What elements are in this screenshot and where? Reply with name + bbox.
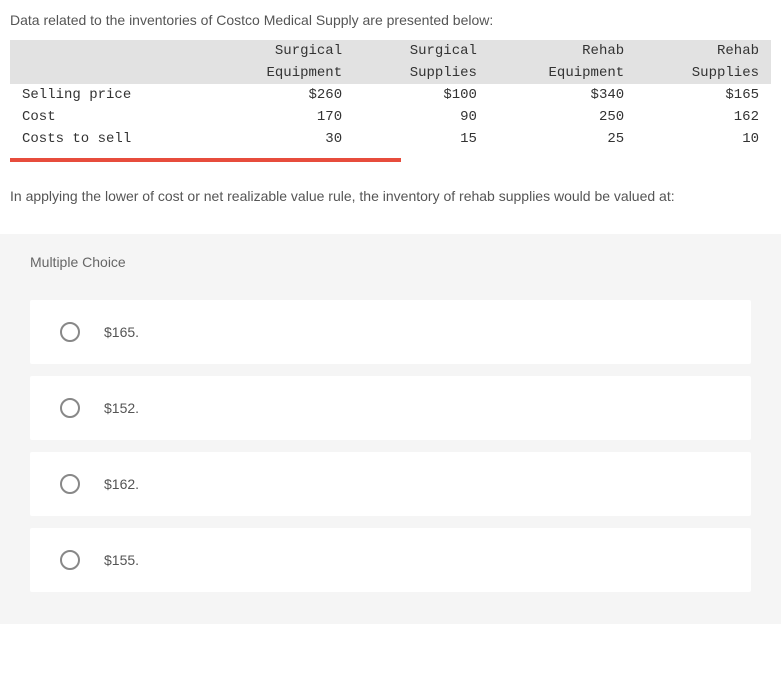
header-blank-2 — [10, 62, 207, 84]
header-col4-line1: Rehab — [636, 40, 771, 62]
option-label: $155. — [104, 552, 139, 568]
header-col4-line2: Supplies — [636, 62, 771, 84]
table-row: Costs to sell 30 15 25 10 — [10, 128, 771, 150]
cell: $260 — [207, 84, 354, 106]
table-divider — [10, 158, 401, 162]
cell: 30 — [207, 128, 354, 150]
header-col1-line2: Equipment — [207, 62, 354, 84]
cell: 25 — [489, 128, 636, 150]
radio-icon — [60, 550, 80, 570]
cell: $100 — [354, 84, 489, 106]
cell: 162 — [636, 106, 771, 128]
option-a[interactable]: $165. — [30, 300, 751, 364]
row-label: Cost — [10, 106, 207, 128]
question-text: In applying the lower of cost or net rea… — [0, 180, 781, 234]
radio-icon — [60, 398, 80, 418]
header-col1-line1: Surgical — [207, 40, 354, 62]
option-label: $165. — [104, 324, 139, 340]
option-d[interactable]: $155. — [30, 528, 751, 592]
cell: 15 — [354, 128, 489, 150]
multiple-choice-label: Multiple Choice — [30, 254, 751, 270]
inventory-table: Surgical Surgical Rehab Rehab Equipment … — [10, 40, 771, 150]
cell: 250 — [489, 106, 636, 128]
row-label: Selling price — [10, 84, 207, 106]
row-label: Costs to sell — [10, 128, 207, 150]
option-b[interactable]: $152. — [30, 376, 751, 440]
option-label: $162. — [104, 476, 139, 492]
option-label: $152. — [104, 400, 139, 416]
radio-icon — [60, 474, 80, 494]
multiple-choice-container: Multiple Choice $165. $152. $162. $155. — [0, 234, 781, 624]
header-col3-line2: Equipment — [489, 62, 636, 84]
cell: $340 — [489, 84, 636, 106]
header-col2-line1: Surgical — [354, 40, 489, 62]
cell: 90 — [354, 106, 489, 128]
option-c[interactable]: $162. — [30, 452, 751, 516]
header-blank — [10, 40, 207, 62]
radio-icon — [60, 322, 80, 342]
header-row-2: Equipment Supplies Equipment Supplies — [10, 62, 771, 84]
table-row: Cost 170 90 250 162 — [10, 106, 771, 128]
cell: 170 — [207, 106, 354, 128]
table-row: Selling price $260 $100 $340 $165 — [10, 84, 771, 106]
cell: $165 — [636, 84, 771, 106]
intro-text: Data related to the inventories of Costc… — [0, 0, 781, 40]
header-col2-line2: Supplies — [354, 62, 489, 84]
header-row-1: Surgical Surgical Rehab Rehab — [10, 40, 771, 62]
cell: 10 — [636, 128, 771, 150]
header-col3-line1: Rehab — [489, 40, 636, 62]
